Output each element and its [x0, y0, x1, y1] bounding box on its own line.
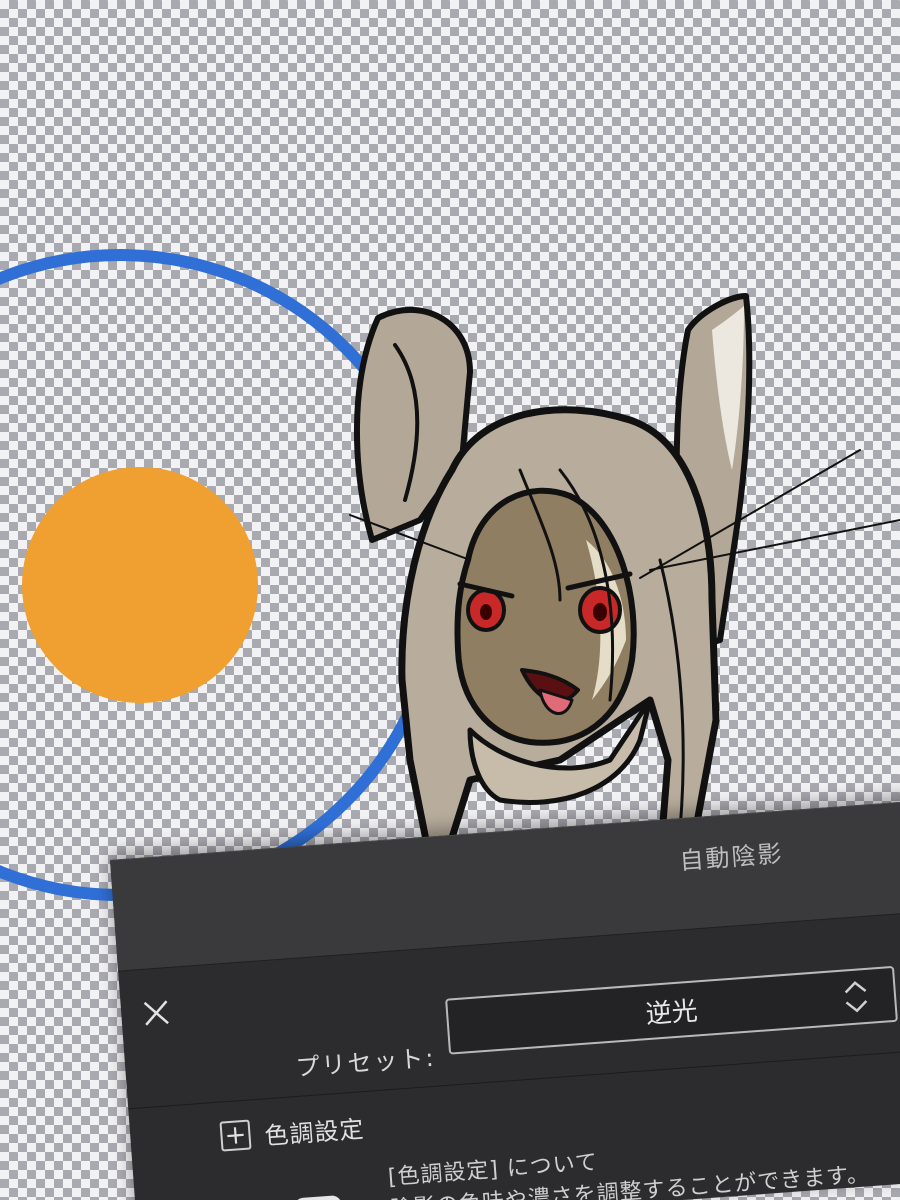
info-icon: [293, 1194, 346, 1200]
light-source-handle[interactable]: [22, 467, 258, 703]
auto-shading-dialog: 自動陰影 プリセット: 逆光 + 色調設定 [色調設定] について 陰影の色味や…: [110, 799, 900, 1200]
preset-label: プリセット:: [294, 1043, 437, 1082]
plus-icon: +: [223, 1119, 248, 1152]
close-icon: [143, 1000, 169, 1026]
tone-settings-expand-button[interactable]: +: [219, 1119, 252, 1152]
right-pupil: [593, 603, 607, 621]
tone-settings-label[interactable]: 色調設定: [263, 1109, 366, 1151]
character-illustration: [349, 293, 900, 864]
section-divider: [128, 1048, 900, 1110]
drawing-canvas[interactable]: 自動陰影 プリセット: 逆光 + 色調設定 [色調設定] について 陰影の色味や…: [0, 0, 900, 1200]
chevron-updown-icon[interactable]: [833, 975, 880, 1018]
close-button[interactable]: [138, 995, 174, 1031]
preset-dropdown[interactable]: 逆光: [445, 965, 898, 1055]
dialog-title: 自動陰影: [678, 839, 785, 876]
preset-selected-value: 逆光: [644, 995, 699, 1030]
left-pupil: [480, 604, 492, 620]
